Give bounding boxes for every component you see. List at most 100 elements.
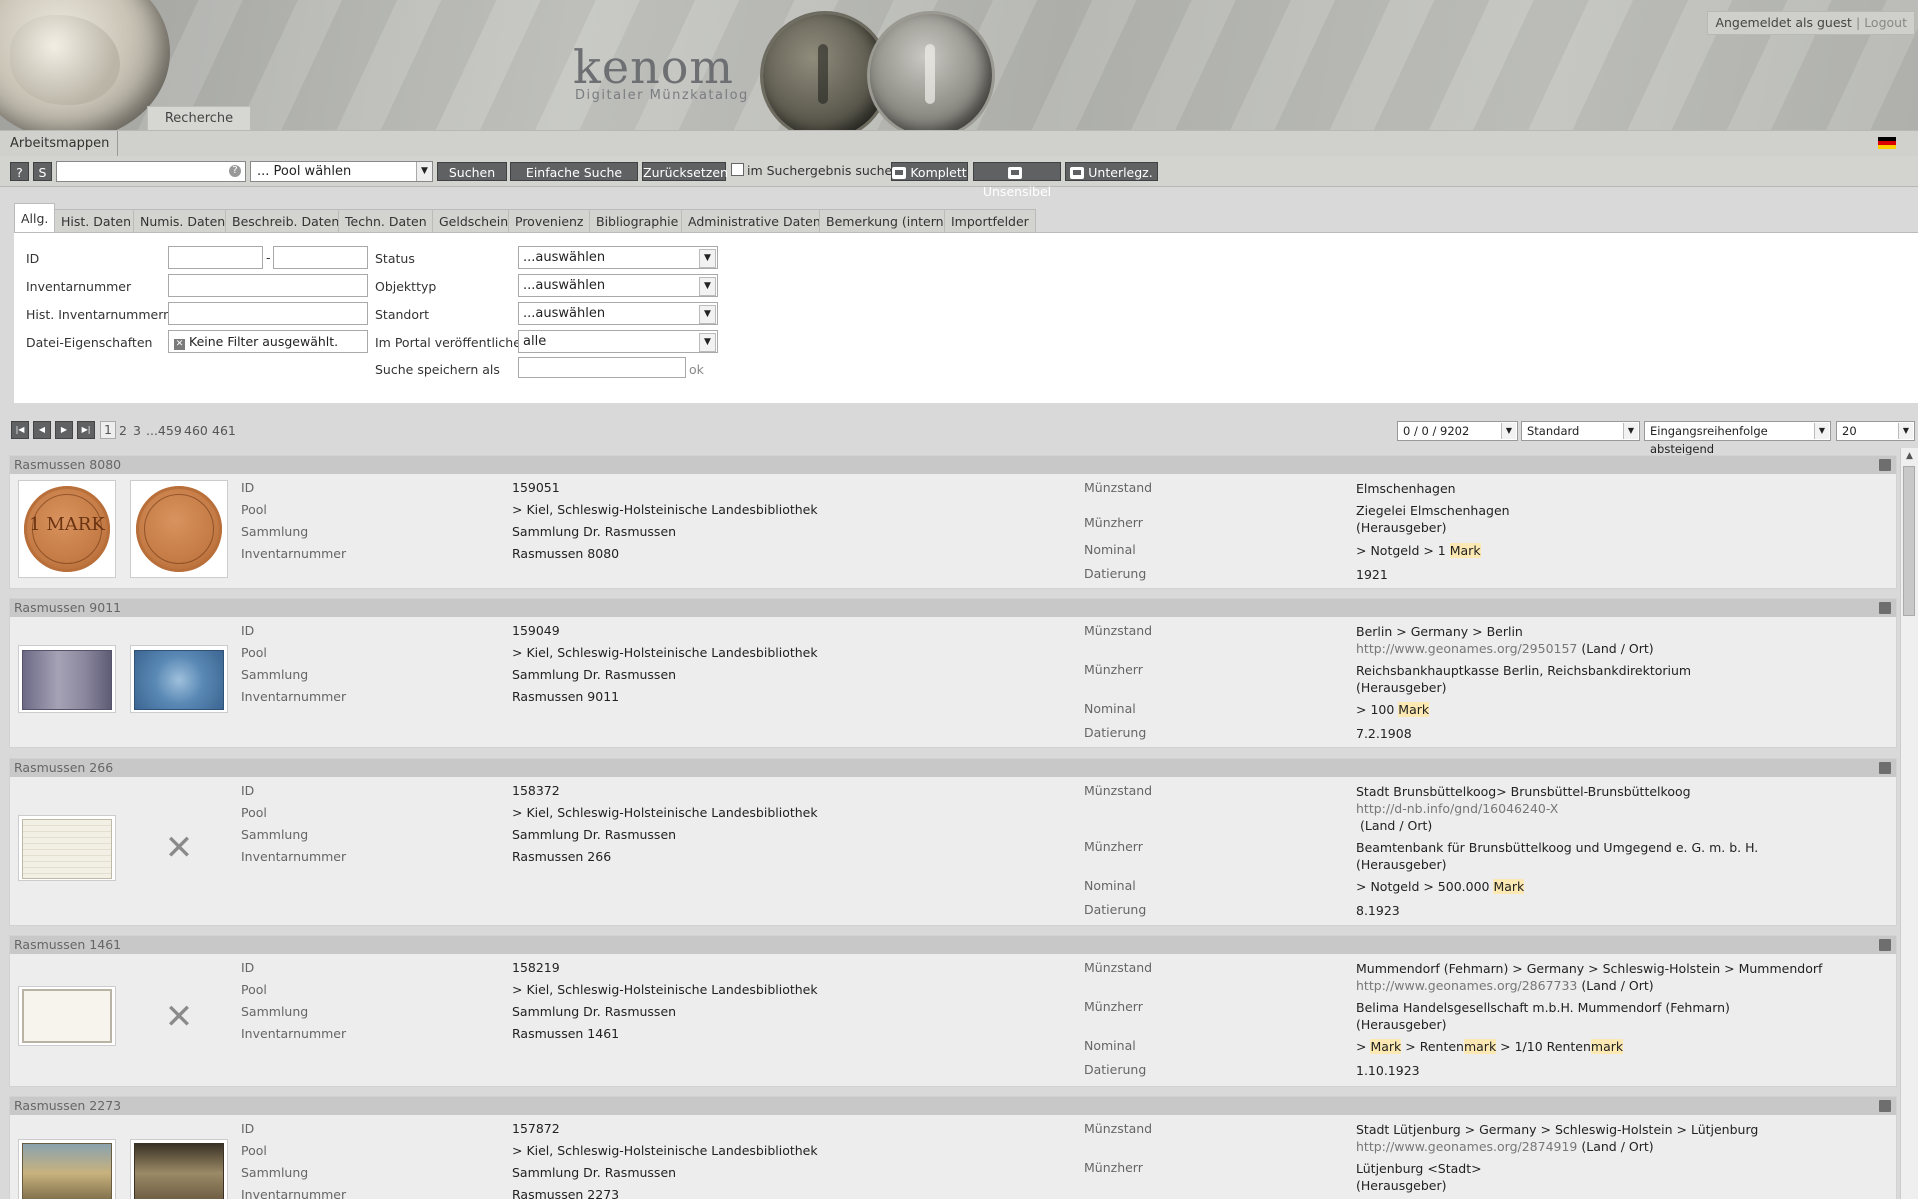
issuer-label: Münzherr — [1084, 839, 1143, 854]
tab-numis-daten[interactable]: Numis. Daten — [133, 209, 233, 233]
tab-provenienz[interactable]: Provenienz — [508, 209, 591, 233]
tab-bemerkung[interactable]: Bemerkung (intern) — [819, 209, 956, 233]
help-icon[interactable]: ? — [229, 165, 241, 177]
record-image-front[interactable] — [18, 815, 116, 881]
record-image-back[interactable] — [130, 645, 228, 713]
komplett-button[interactable]: Komplett — [891, 162, 968, 181]
close-icon[interactable]: ✕ — [174, 339, 185, 350]
checkbox-box[interactable] — [731, 163, 744, 176]
geonames-link[interactable]: http://www.geonames.org/2950157 — [1356, 641, 1577, 656]
prev-page-icon[interactable]: ◀ — [33, 421, 51, 439]
hist-inventory-input[interactable] — [168, 302, 368, 325]
record-select-checkbox[interactable] — [1879, 602, 1891, 614]
record-image-back[interactable] — [130, 1139, 228, 1199]
result-count-select[interactable]: 0 / 0 / 9202 ▼ — [1397, 421, 1518, 441]
location-select[interactable]: ...auswählen ▼ — [518, 302, 718, 325]
objecttype-select[interactable]: ...auswählen ▼ — [518, 274, 718, 297]
unsensibel-button[interactable]: Unsensibel — [973, 162, 1061, 199]
page-link-459[interactable]: ...459 — [146, 423, 182, 438]
page-link-1[interactable]: 1 — [100, 421, 116, 439]
scroll-up-icon[interactable]: ▲ — [1901, 448, 1918, 464]
record-image-front[interactable] — [18, 986, 116, 1046]
s-button[interactable]: S — [33, 162, 52, 181]
page-link-2[interactable]: 2 — [119, 423, 127, 438]
mint-label: Münzstand — [1084, 623, 1153, 638]
next-page-icon[interactable]: ▶ — [55, 421, 73, 439]
record-image-front[interactable]: 1 MARK — [18, 480, 116, 578]
result-record[interactable]: Rasmussen 266 ✕ ID 158372 Pool > Kiel, S… — [9, 758, 1897, 926]
record-select-checkbox[interactable] — [1879, 1100, 1891, 1112]
search-button[interactable]: Suchen — [437, 162, 507, 181]
tab-techn-daten[interactable]: Techn. Daten — [338, 209, 434, 233]
record-collection: Sammlung Dr. Rasmussen — [512, 1165, 677, 1180]
result-record[interactable]: Rasmussen 8080 1 MARK ID 159051 Pool > K… — [9, 455, 1897, 589]
tab-allg[interactable]: Allg. — [14, 203, 56, 233]
record-title-text: Rasmussen 9011 — [14, 600, 122, 615]
record-pool: > Kiel, Schleswig-Holsteinische Landesbi… — [512, 982, 818, 997]
save-ok-link[interactable]: ok — [689, 362, 704, 377]
sort-select[interactable]: Eingangsreihenfolge absteigend ▼ — [1644, 421, 1831, 456]
record-date: 8.1923 — [1356, 903, 1400, 918]
reset-button[interactable]: Zurücksetzen — [642, 162, 728, 181]
record-issuer: Lütjenburg <Stadt> (Herausgeber) — [1356, 1161, 1482, 1193]
tab-geldschein[interactable]: Geldschein — [432, 209, 516, 233]
record-title: Rasmussen 9011 — [10, 599, 1896, 617]
record-select-checkbox[interactable] — [1879, 939, 1891, 951]
per-page-select[interactable]: 20 ▼ — [1836, 421, 1915, 441]
record-issuer: Beamtenbank für Brunsbüttelkoog und Umge… — [1356, 840, 1759, 872]
unsensibel-label: Unsensibel — [982, 184, 1052, 199]
inventory-label: Inventarnummer — [241, 546, 347, 561]
inventory-input[interactable] — [168, 274, 368, 297]
file-props-value: Keine Filter ausgewählt. — [189, 334, 339, 349]
save-search-input[interactable] — [518, 357, 686, 378]
record-title: Rasmussen 266 — [10, 759, 1896, 777]
first-page-icon[interactable]: |◀ — [11, 421, 29, 439]
scrollbar-thumb[interactable] — [1903, 466, 1915, 616]
record-collection: Sammlung Dr. Rasmussen — [512, 1004, 677, 1019]
logout-link[interactable]: Logout — [1864, 15, 1907, 30]
gnd-link[interactable]: http://d-nb.info/gnd/16046240-X — [1356, 801, 1558, 816]
file-props-filter[interactable]: ✕ Keine Filter ausgewählt. — [168, 330, 368, 353]
pool-select[interactable]: ... Pool wählen ▼ — [250, 161, 433, 182]
chevron-down-icon: ▼ — [699, 333, 716, 352]
id-separator: - — [266, 250, 271, 265]
record-select-checkbox[interactable] — [1879, 459, 1891, 471]
tab-administrative-daten[interactable]: Administrative Daten — [681, 209, 828, 233]
id-label: ID — [241, 783, 255, 798]
geonames-link[interactable]: http://www.geonames.org/2874919 — [1356, 1139, 1577, 1154]
tab-recherche[interactable]: Recherche — [147, 106, 251, 130]
page-link-461[interactable]: 461 — [212, 423, 236, 438]
result-record[interactable]: Rasmussen 9011 ID 159049 Pool > Kiel, Sc… — [9, 598, 1897, 748]
last-page-icon[interactable]: ▶| — [77, 421, 95, 439]
id-to-input[interactable] — [273, 246, 368, 269]
record-select-checkbox[interactable] — [1879, 762, 1891, 774]
simple-search-button[interactable]: Einfache Suche — [510, 162, 638, 181]
result-record[interactable]: Rasmussen 1461 ✕ ID 158219 Pool > Kiel, … — [9, 935, 1897, 1087]
record-collection: Sammlung Dr. Rasmussen — [512, 827, 677, 842]
result-record[interactable]: Rasmussen 2273 ID 157872 Pool > Kiel, Sc… — [9, 1096, 1897, 1199]
german-flag-icon[interactable] — [1878, 137, 1896, 149]
tab-beschreib-daten[interactable]: Beschreib. Daten — [225, 209, 347, 233]
record-image-back[interactable] — [130, 480, 228, 578]
view-select[interactable]: Standard ▼ — [1521, 421, 1640, 441]
search-toolbar: ? S ? ... Pool wählen ▼ Suchen Einfache … — [0, 156, 1918, 199]
record-date: 1.10.1923 — [1356, 1063, 1420, 1078]
search-input[interactable]: ? — [56, 161, 246, 182]
id-from-input[interactable] — [168, 246, 263, 269]
tab-hist-daten[interactable]: Hist. Daten — [54, 209, 139, 233]
unterlegz-button[interactable]: Unterlegz. — [1065, 162, 1158, 181]
tab-importfelder[interactable]: Importfelder — [944, 209, 1036, 233]
geonames-link[interactable]: http://www.geonames.org/2867733 — [1356, 978, 1577, 993]
help-button[interactable]: ? — [10, 162, 29, 181]
portal-select[interactable]: alle ▼ — [518, 330, 718, 353]
record-image-front[interactable] — [18, 1139, 116, 1199]
status-select[interactable]: ...auswählen ▼ — [518, 246, 718, 269]
tab-bibliographie[interactable]: Bibliographie — [589, 209, 686, 233]
date-label: Datierung — [1084, 566, 1147, 581]
results-scrollbar[interactable]: ▲ — [1900, 448, 1918, 1199]
page-link-460[interactable]: 460 — [184, 423, 208, 438]
in-results-checkbox[interactable]: im Suchergebnis suchen — [731, 162, 900, 180]
page-link-3[interactable]: 3 — [133, 423, 141, 438]
nav-item-arbeitsmappen[interactable]: Arbeitsmappen — [10, 131, 119, 156]
record-image-front[interactable] — [18, 645, 116, 713]
